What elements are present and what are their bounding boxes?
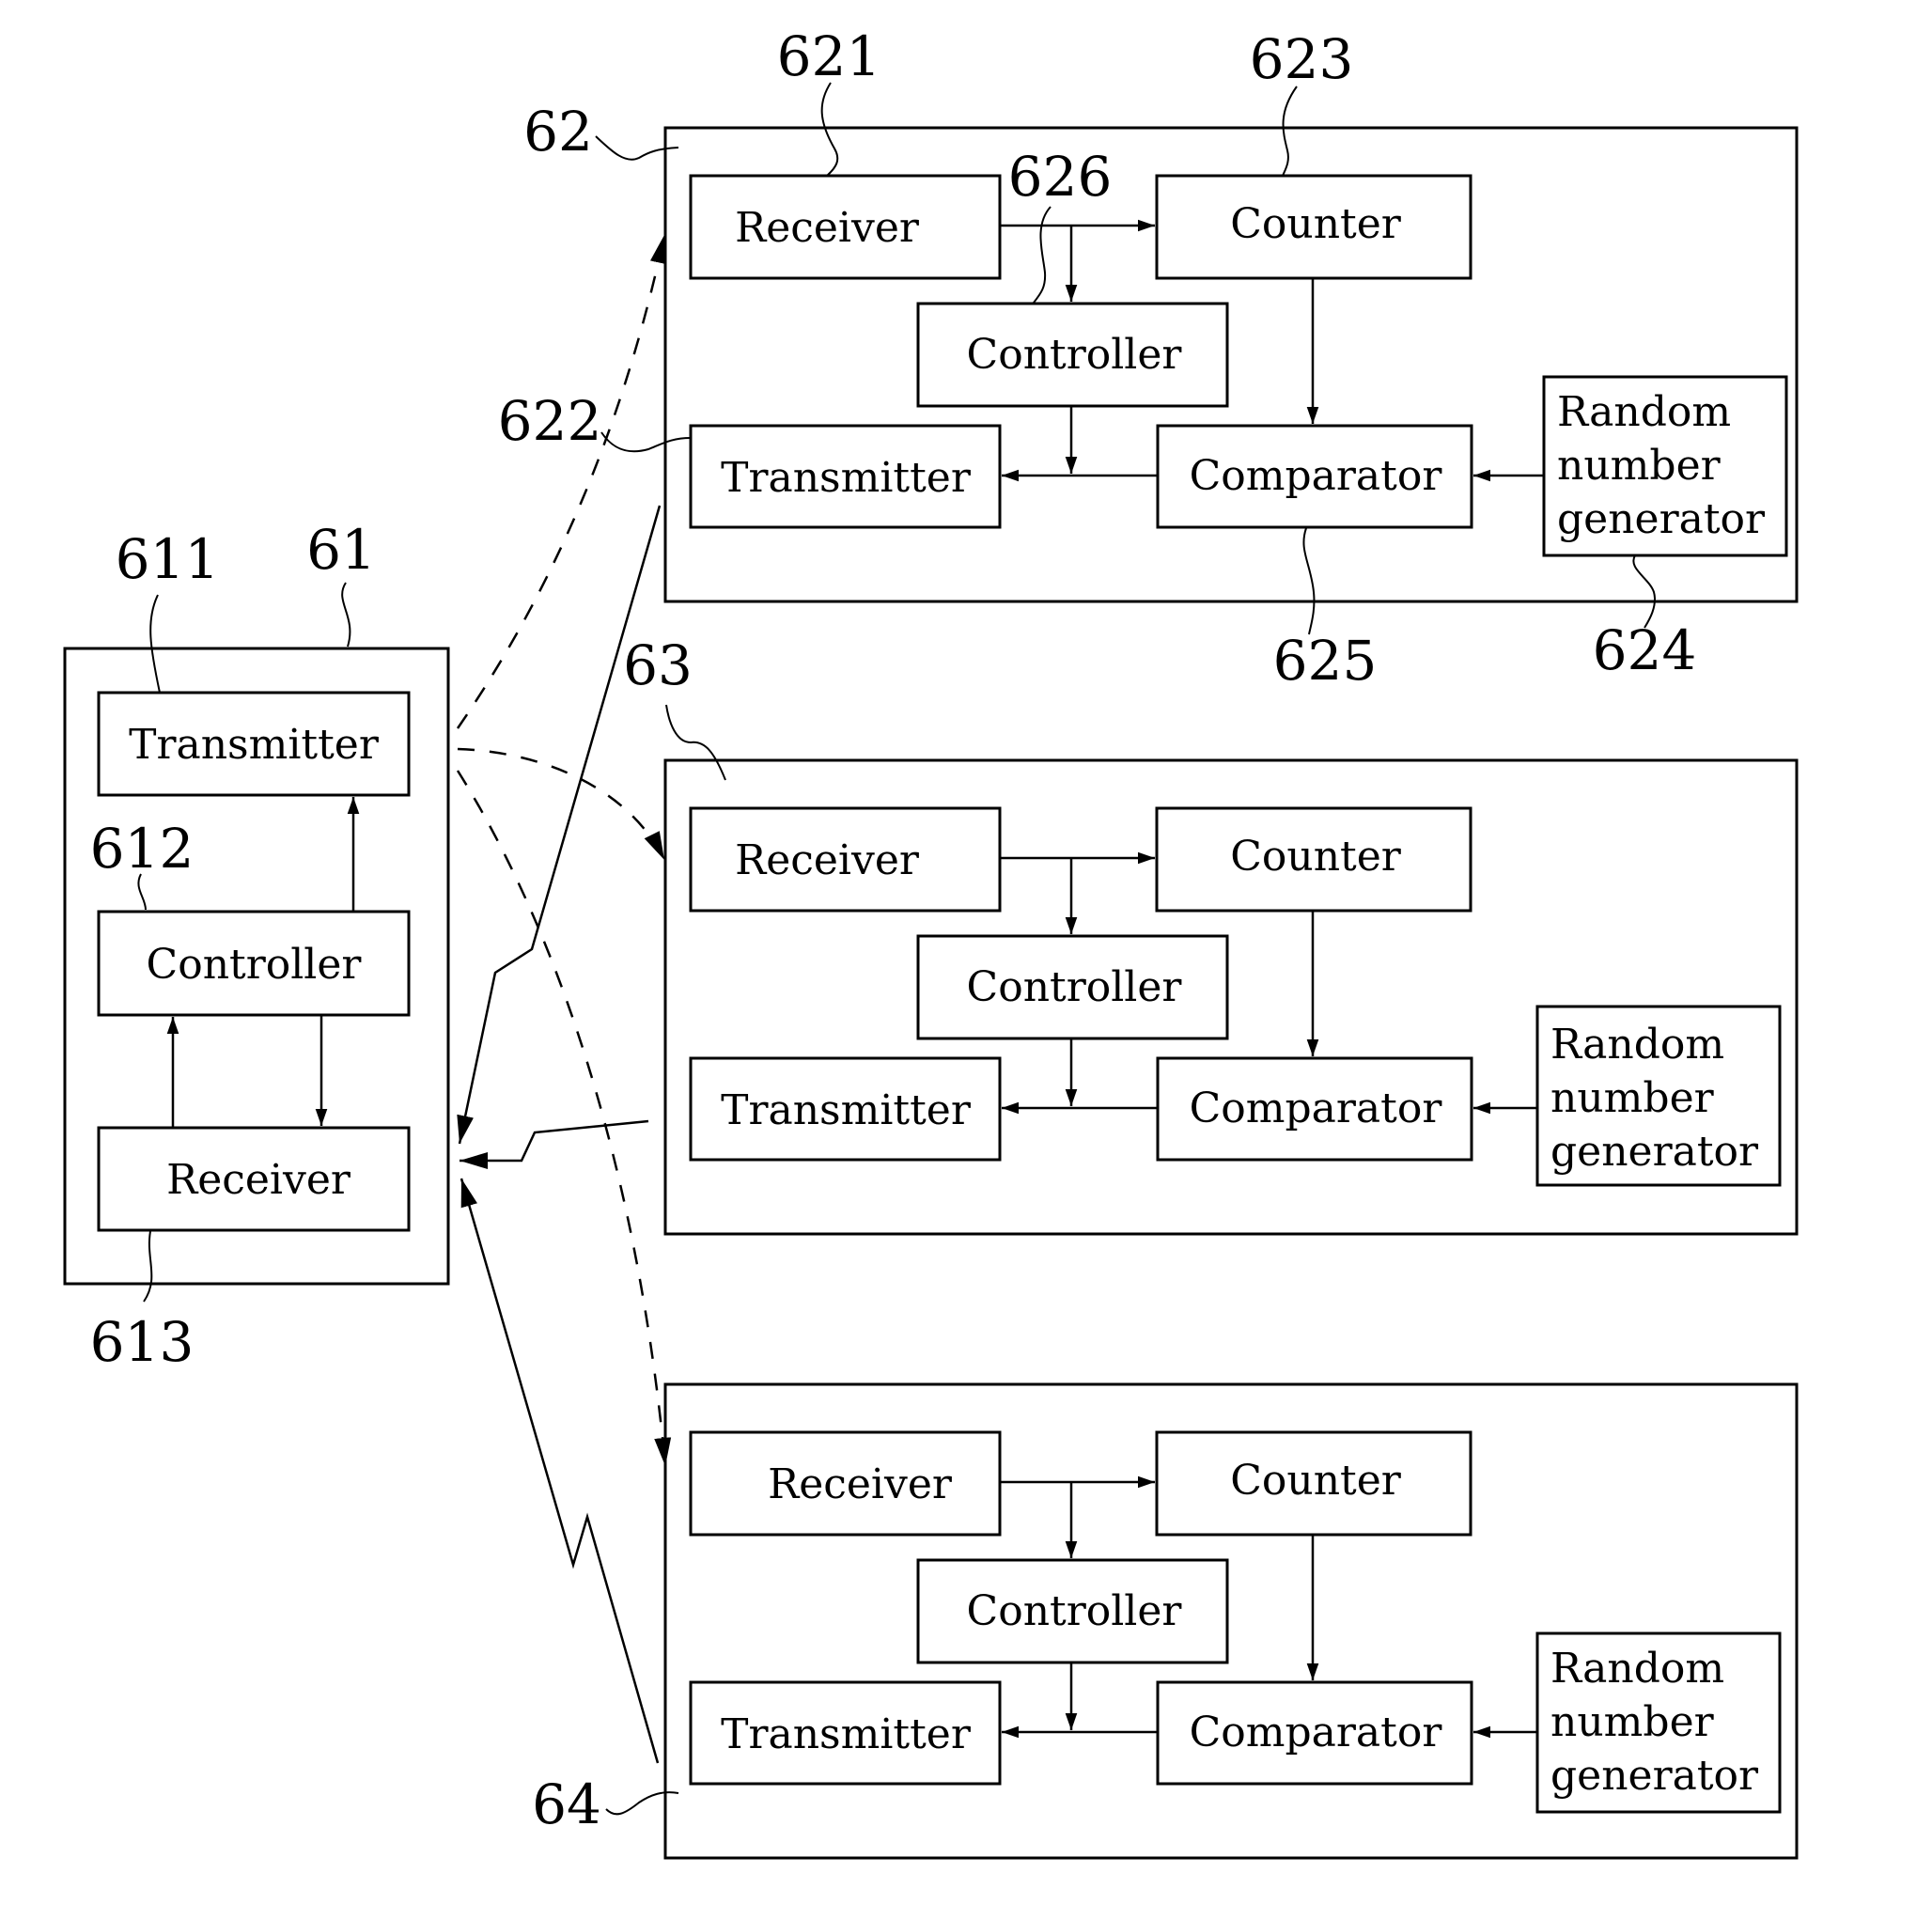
leader-63 — [665, 704, 726, 781]
main-controller-label: Controller — [147, 941, 363, 989]
rng-label-line: number — [1550, 1074, 1715, 1122]
block-diagram: Transmitter Controller Receiver 61 611 6… — [63, 24, 1799, 1860]
downlink-to-63 — [457, 747, 666, 861]
main-transmitter-label: Transmitter — [129, 721, 380, 769]
leader-625 — [1302, 527, 1316, 635]
ref-612: 612 — [90, 817, 195, 881]
ref-62: 62 — [523, 100, 593, 164]
ref-621: 621 — [777, 24, 881, 88]
leader-623 — [1282, 86, 1298, 177]
controller-label: Controller — [967, 331, 1183, 379]
transmitter-label: Transmitter — [721, 454, 972, 502]
rng-label-line: generator — [1550, 1128, 1759, 1176]
leader-624 — [1632, 554, 1656, 629]
receiver-label: Receiver — [735, 204, 920, 252]
leader-622 — [600, 431, 692, 453]
rng-label-line: number — [1550, 1698, 1715, 1746]
comparator-label: Comparator — [1190, 1085, 1443, 1132]
rng-label-line: generator — [1557, 495, 1766, 543]
controller-label: Controller — [967, 1587, 1183, 1635]
uplink-from-62 — [457, 505, 662, 1145]
ref-611: 611 — [116, 527, 220, 591]
rng-label-line: Random — [1557, 388, 1731, 436]
controller-label: Controller — [967, 963, 1183, 1011]
leader-626 — [1033, 206, 1052, 304]
wireless-links — [456, 234, 672, 1764]
downlink-to-64 — [456, 770, 672, 1467]
counter-label: Counter — [1230, 833, 1402, 881]
main-unit-61: Transmitter Controller Receiver 61 611 6… — [63, 518, 450, 1374]
counter-label: Counter — [1230, 1457, 1402, 1505]
transmitter-label: Transmitter — [721, 1710, 972, 1758]
rng-label-line: generator — [1550, 1752, 1759, 1800]
leader-61 — [341, 582, 351, 648]
receiver-label: Receiver — [768, 1460, 953, 1508]
transmitter-label: Transmitter — [721, 1086, 972, 1134]
counter-label: Counter — [1230, 200, 1402, 248]
uplink-from-64 — [460, 1178, 660, 1764]
rng-label-line: Random — [1550, 1645, 1724, 1693]
ref-64: 64 — [532, 1772, 601, 1836]
comparator-label: Comparator — [1190, 452, 1443, 500]
ref-622: 622 — [498, 389, 602, 453]
remote-unit-62: Receiver Counter Controller Transmitter Comp… — [498, 24, 1799, 693]
leader-613 — [143, 1230, 153, 1303]
ref-624: 624 — [1593, 618, 1697, 682]
ref-623: 623 — [1250, 27, 1354, 91]
leader-611 — [149, 594, 161, 694]
leader-64 — [605, 1791, 679, 1816]
ref-626: 626 — [1008, 145, 1113, 209]
main-receiver-label: Receiver — [166, 1156, 351, 1204]
receiver-label: Receiver — [735, 836, 920, 884]
remote-units: Receiver Counter Controller Transmitter Comp… — [498, 24, 1799, 1860]
rng-label-line: Random — [1550, 1021, 1724, 1069]
ref-61: 61 — [306, 518, 376, 582]
ref-613: 613 — [90, 1310, 195, 1374]
ref-63: 63 — [623, 633, 693, 697]
rng-label-line: number — [1557, 442, 1722, 490]
comparator-label: Comparator — [1190, 1709, 1443, 1756]
ref-625: 625 — [1273, 629, 1378, 693]
remote-unit-64: Receiver Counter Controller Transmitter Comp… — [532, 1382, 1799, 1860]
remote-unit-63: Receiver Counter Controller Transmitter Comp… — [623, 633, 1799, 1236]
uplink-from-63 — [460, 1119, 649, 1169]
